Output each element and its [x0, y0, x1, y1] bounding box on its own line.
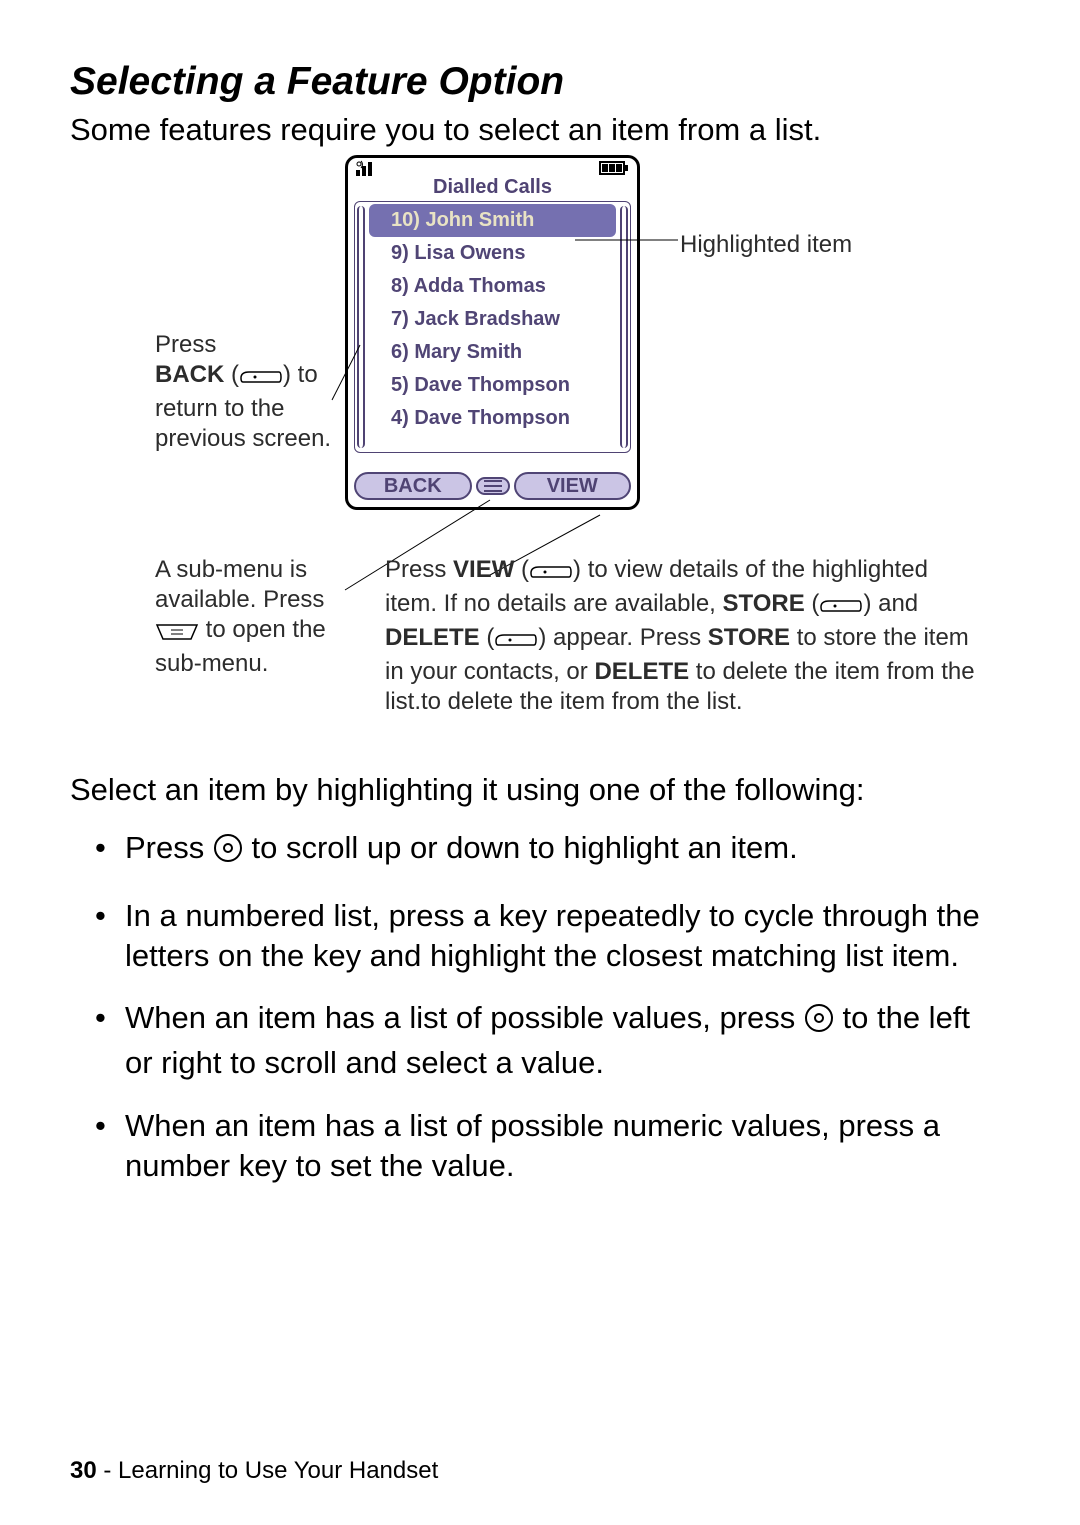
- softkey-glyph-icon: [819, 593, 863, 623]
- screen-title: Dialled Calls: [348, 176, 637, 201]
- callout-view: Press VIEW () to view details of the hig…: [385, 555, 985, 717]
- page-footer: 30 - Learning to Use Your Handset: [70, 1457, 438, 1485]
- softkey-glyph-icon: [494, 627, 538, 657]
- nav-circle-icon: [213, 833, 243, 873]
- softkey-glyph-icon: [239, 364, 283, 394]
- battery-icon: [599, 161, 629, 175]
- intro-text: Some features require you to select an i…: [70, 112, 990, 148]
- callout-highlighted: Highlighted item: [680, 230, 880, 260]
- key-delete: DELETE: [594, 658, 689, 685]
- text: appear. Press: [546, 624, 707, 651]
- list-item: 6) Mary Smith: [355, 336, 630, 369]
- softkey-view: VIEW: [514, 472, 632, 500]
- key-delete: DELETE: [385, 624, 480, 651]
- bullet-1: Press to scroll up or down to highlight …: [70, 828, 990, 873]
- list-item: 8) Adda Thomas: [355, 270, 630, 303]
- softkey-back: BACK: [354, 472, 472, 500]
- key-back: BACK: [155, 361, 224, 388]
- bullet-2: In a numbered list, press a key repeated…: [70, 896, 990, 977]
- text: Press: [385, 556, 453, 583]
- phone-screen-illustration: Dialled Calls 10) John Smith9) Lisa Owen…: [345, 155, 640, 510]
- softkey-menu: [476, 477, 510, 495]
- scrollbar-right: [620, 206, 628, 448]
- body-lead: Select an item by highlighting it using …: [70, 770, 990, 810]
- key-store: STORE: [708, 624, 790, 651]
- callout-submenu: A sub-menu is available. Press to open t…: [155, 555, 365, 679]
- status-bar: [348, 158, 637, 176]
- softkey-glyph-icon: [529, 559, 573, 589]
- list-item: 5) Dave Thompson: [355, 369, 630, 402]
- page-number: 30: [70, 1457, 97, 1484]
- signal-icon: [356, 160, 382, 176]
- bullet-4: When an item has a list of possible nume…: [70, 1106, 990, 1187]
- softkey-bar: BACK VIEW: [354, 471, 631, 501]
- nav-circle-icon: [804, 1003, 834, 1043]
- text: to scroll up or down to highlight an ite…: [243, 830, 798, 865]
- list-item: 7) Jack Bradshaw: [355, 303, 630, 336]
- list-item: 4) Dave Thompson: [355, 402, 630, 435]
- list-item-highlighted: 10) John Smith: [369, 204, 616, 237]
- key-store: STORE: [723, 590, 805, 617]
- menu-key-icon: [155, 619, 199, 649]
- scrollbar-left: [357, 206, 365, 448]
- list-item: 9) Lisa Owens: [355, 237, 630, 270]
- body-text-block: Select an item by highlighting it using …: [70, 770, 990, 1208]
- text: Press: [125, 830, 213, 865]
- text: A sub-menu is available. Press: [155, 556, 324, 613]
- bullet-3: When an item has a list of possible valu…: [70, 998, 990, 1084]
- footer-section: Learning to Use Your Handset: [118, 1457, 438, 1484]
- text: Press: [155, 331, 216, 358]
- text: and: [871, 590, 918, 617]
- section-heading: Selecting a Feature Option: [70, 60, 564, 104]
- key-view: VIEW: [453, 556, 514, 583]
- list-area: 10) John Smith9) Lisa Owens8) Adda Thoma…: [354, 201, 631, 453]
- callout-back: Press BACK () to return to the previous …: [155, 330, 335, 454]
- text: When an item has a list of possible valu…: [125, 1000, 804, 1035]
